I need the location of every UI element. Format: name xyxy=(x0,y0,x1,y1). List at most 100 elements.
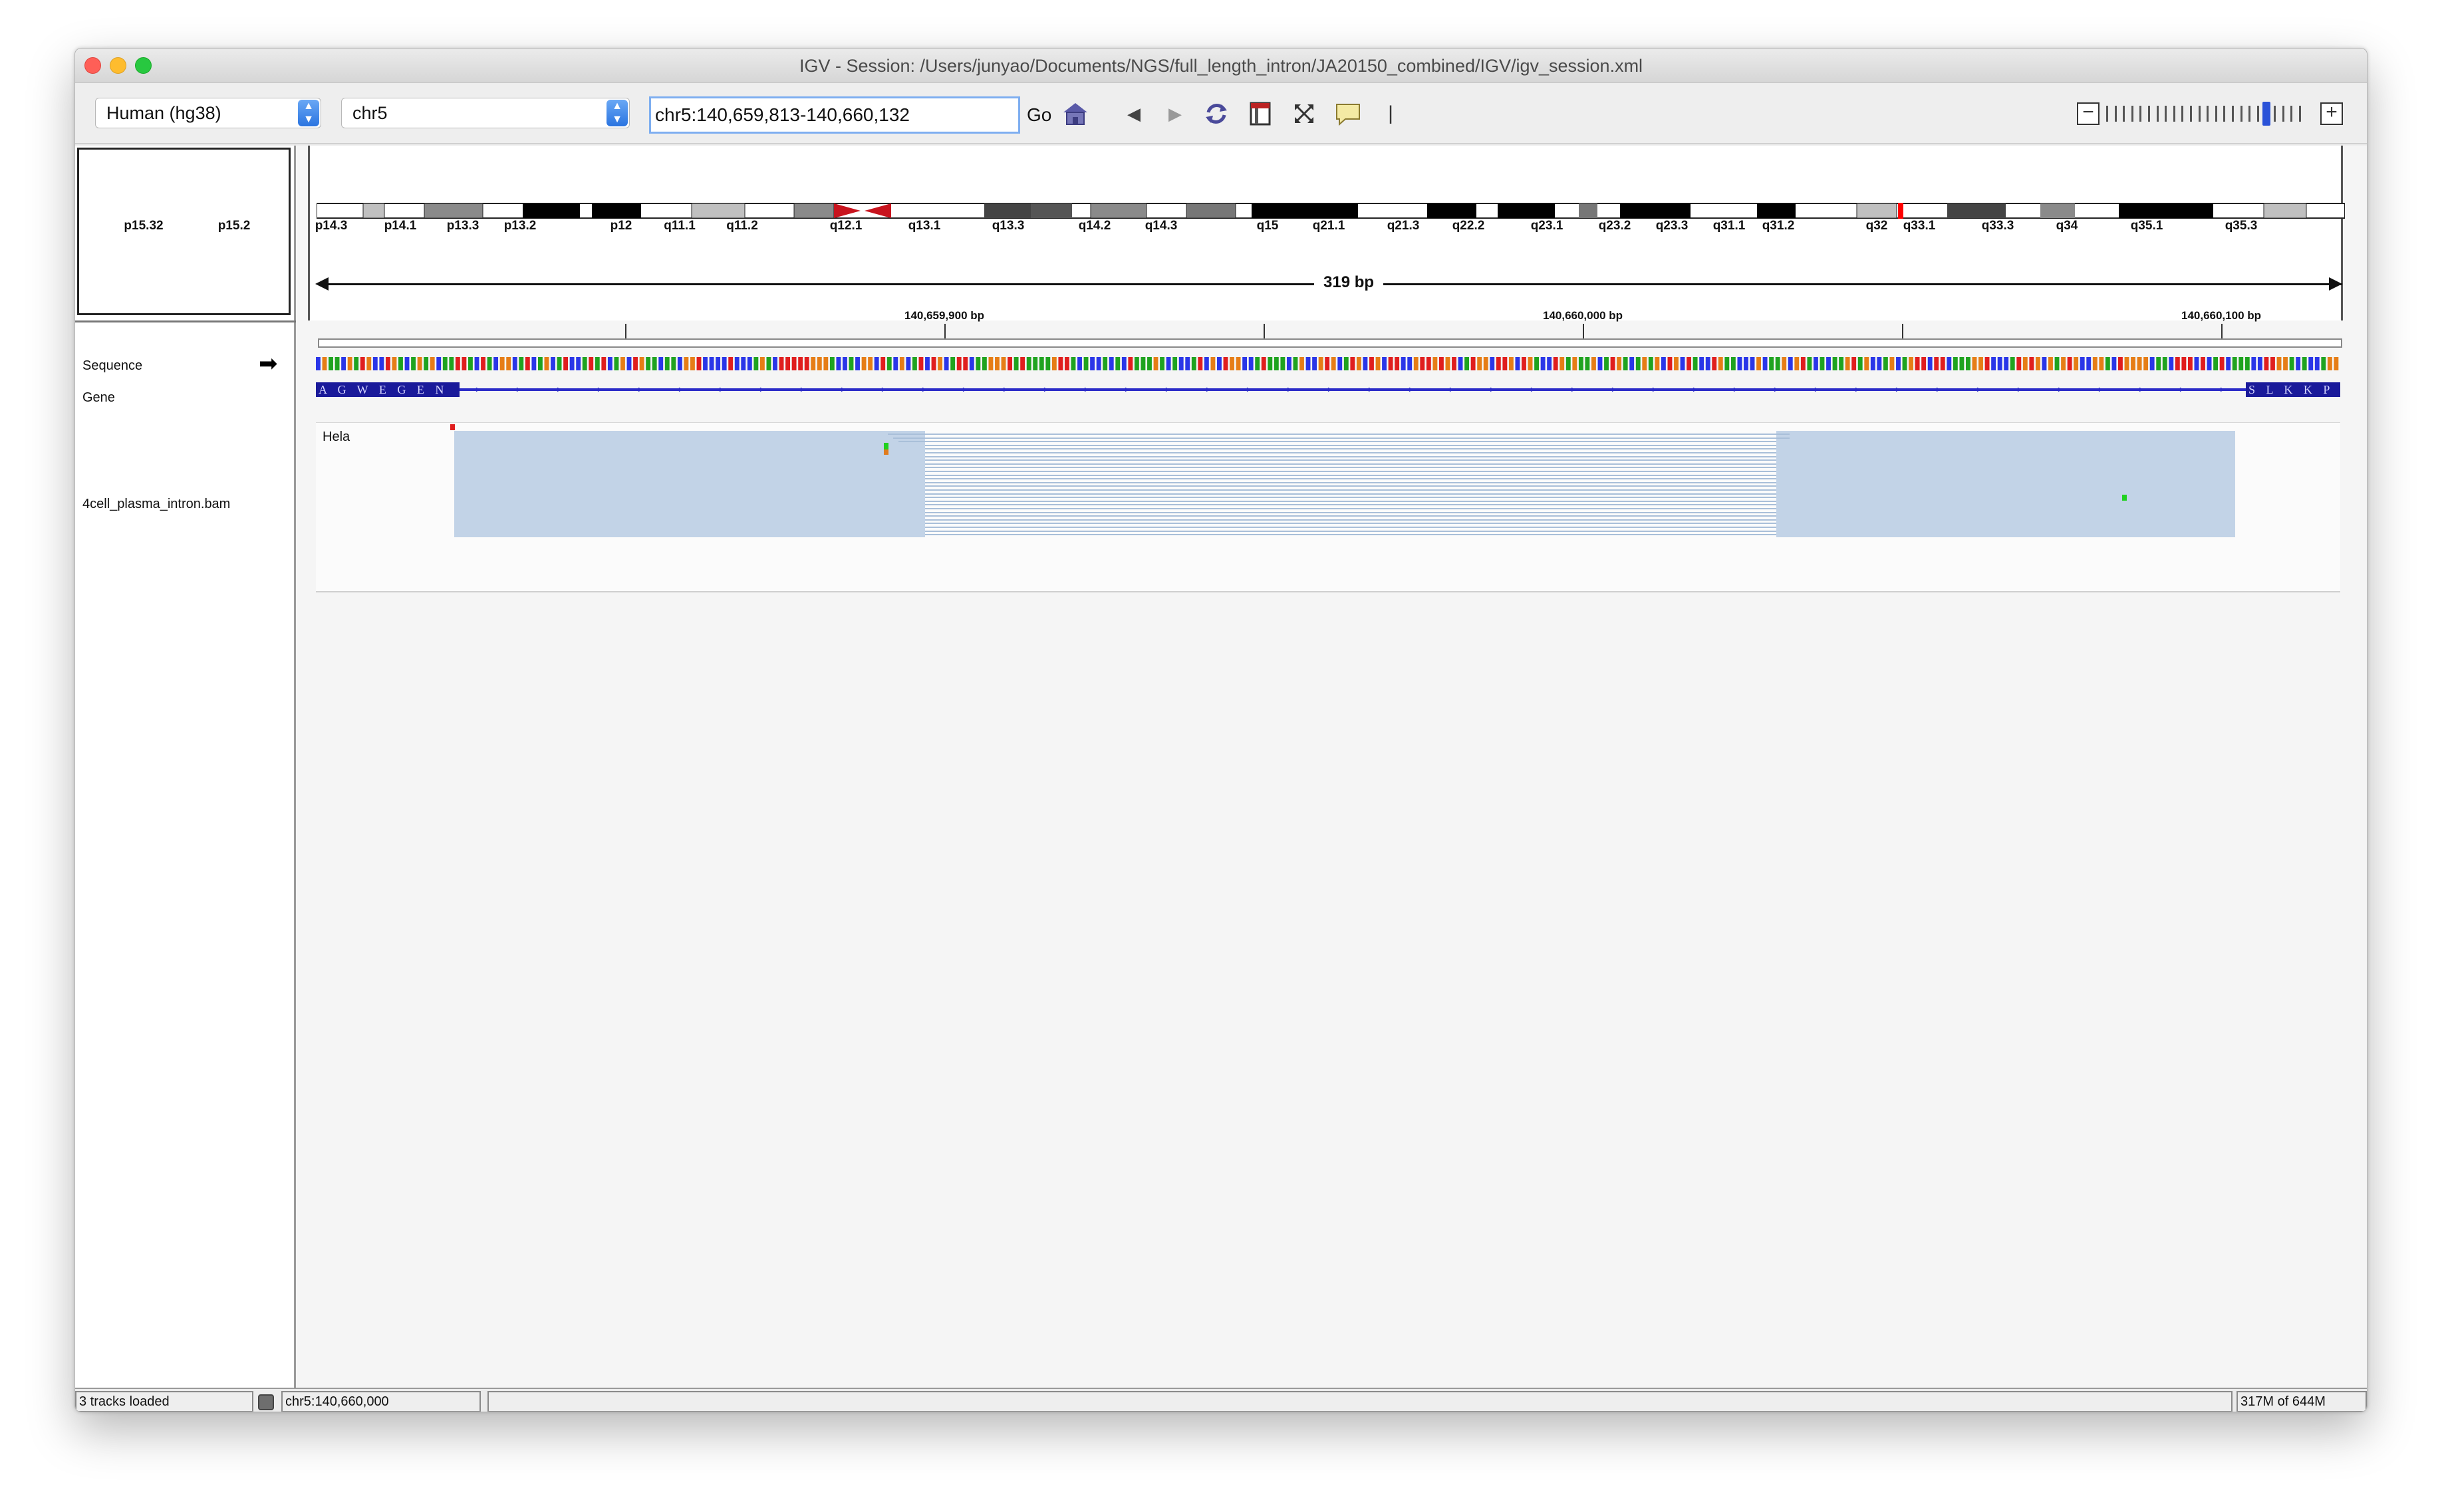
band-label: q12.1 xyxy=(829,219,863,233)
base-mark xyxy=(1147,357,1152,370)
roi-icon[interactable] xyxy=(1244,98,1276,130)
strand-arrow-icon[interactable]: ➡ xyxy=(259,352,278,375)
refresh-icon[interactable] xyxy=(1200,98,1232,130)
split-read-line xyxy=(925,519,1776,521)
base-mark xyxy=(2257,357,2262,370)
split-read-line xyxy=(925,508,1776,509)
base-mark xyxy=(1490,357,1495,370)
home-icon[interactable] xyxy=(1059,98,1091,130)
base-mark xyxy=(1363,357,1368,370)
zoom-in-button[interactable]: + xyxy=(2320,102,2343,125)
zoom-tick xyxy=(2181,106,2184,122)
range-right-arrow-icon xyxy=(2329,277,2342,291)
chevron-right-icon: › xyxy=(516,384,520,395)
band-label: p15.2 xyxy=(217,219,251,233)
base-mark xyxy=(1674,357,1679,370)
chevron-right-icon: › xyxy=(1693,384,1696,395)
base-mark xyxy=(1534,357,1539,370)
chromosome-ideogram[interactable] xyxy=(317,203,2345,219)
aligned-reads-right[interactable] xyxy=(1776,431,2235,537)
divider xyxy=(75,320,296,322)
track-name-bam[interactable]: 4cell_plasma_intron.bam xyxy=(82,497,230,512)
base-mark xyxy=(1839,357,1844,370)
base-mark xyxy=(2327,357,2332,370)
base-mark xyxy=(1420,357,1425,370)
chevron-right-icon: › xyxy=(1571,384,1575,395)
base-mark xyxy=(1947,357,1952,370)
zoom-slider[interactable] xyxy=(2106,103,2306,124)
forward-icon[interactable]: ▶ xyxy=(1159,98,1191,130)
base-mark xyxy=(836,357,841,370)
base-mark xyxy=(2187,357,2193,370)
gene-exon-left[interactable]: A G W E G E N xyxy=(316,382,460,397)
mismatch-marker[interactable] xyxy=(2122,495,2127,501)
track-name-gene[interactable]: Gene xyxy=(82,390,115,406)
base-mark xyxy=(1274,357,1279,370)
chevron-right-icon: › xyxy=(1165,384,1169,395)
gene-track[interactable]: A G W E G E N S L K K P E › › › › › › › › › › › › › ›… xyxy=(316,382,2340,397)
chevron-right-icon: › xyxy=(800,384,804,395)
popup-info-icon[interactable] xyxy=(1332,98,1364,130)
track-name-sequence[interactable]: Sequence xyxy=(82,358,142,374)
base-mark xyxy=(341,357,346,370)
aligned-reads-left[interactable] xyxy=(454,431,925,537)
base-mark xyxy=(1629,357,1635,370)
base-mark xyxy=(1096,357,1101,370)
base-mark xyxy=(1172,357,1178,370)
zoom-out-button[interactable]: − xyxy=(2077,102,2100,125)
split-read-line xyxy=(925,493,1776,495)
ruler[interactable] xyxy=(318,338,2342,348)
base-mark xyxy=(1635,357,1641,370)
mismatch-marker[interactable] xyxy=(884,449,888,455)
chevron-right-icon: › xyxy=(1733,384,1737,395)
chromosome-value: chr5 xyxy=(352,103,388,123)
base-mark xyxy=(938,357,943,370)
base-mark xyxy=(1972,357,1977,370)
split-read-line xyxy=(925,471,1776,472)
base-mark xyxy=(1826,357,1831,370)
base-mark xyxy=(696,357,702,370)
base-mark xyxy=(430,357,435,370)
base-mark xyxy=(1413,357,1419,370)
chevron-right-icon: › xyxy=(678,384,682,395)
back-icon[interactable]: ◀ xyxy=(1118,98,1150,130)
split-read-line xyxy=(888,434,1790,435)
memory-status[interactable]: 317M of 644M xyxy=(2237,1391,2367,1412)
data-panel[interactable]: p15.32 p15.2 p14.3 p14.1 p13.3 p13.2 p12 q11.1 q… xyxy=(124,146,2345,1388)
base-mark xyxy=(2213,357,2219,370)
base-mark xyxy=(551,357,555,370)
gene-exon-right[interactable]: S L K K P E xyxy=(2246,382,2340,397)
base-mark xyxy=(2201,357,2205,370)
zoom-tick xyxy=(2123,106,2125,122)
base-mark xyxy=(316,357,321,370)
base-mark xyxy=(1432,357,1438,370)
base-mark xyxy=(1464,357,1470,370)
base-mark xyxy=(918,357,924,370)
base-mark xyxy=(1883,357,1888,370)
mismatch-marker[interactable] xyxy=(450,424,455,430)
zoom-level-indicator[interactable] xyxy=(2262,102,2271,126)
chevron-right-icon: › xyxy=(1855,384,1859,395)
base-mark xyxy=(1966,357,1970,370)
base-mark xyxy=(1350,357,1355,370)
resize-icon[interactable] xyxy=(1288,98,1320,130)
base-mark xyxy=(1191,357,1196,370)
base-mark xyxy=(753,357,759,370)
mismatch-marker[interactable] xyxy=(884,443,888,449)
locus-input[interactable]: chr5:140,659,813-140,660,132 xyxy=(649,96,1020,134)
base-mark xyxy=(1325,357,1330,370)
alignment-track[interactable]: Hela xyxy=(316,422,2340,592)
chevron-right-icon: › xyxy=(1774,384,1778,395)
chromosome-select[interactable]: chr5 ▲ ▼ xyxy=(341,98,630,128)
sequence-track[interactable] xyxy=(316,357,2340,370)
base-mark xyxy=(1807,357,1812,370)
base-mark xyxy=(2181,357,2187,370)
band-label: q35.3 xyxy=(2225,219,2258,233)
zoom-tick xyxy=(2290,106,2293,122)
genome-select[interactable]: Human (hg38) ▲ ▼ xyxy=(95,98,321,128)
band-label: q14.2 xyxy=(1078,219,1111,233)
band-label: q22.2 xyxy=(1452,219,1485,233)
base-mark xyxy=(620,357,625,370)
window-title: IGV - Session: /Users/junyao/Documents/N… xyxy=(799,56,1643,76)
base-mark xyxy=(722,357,727,370)
